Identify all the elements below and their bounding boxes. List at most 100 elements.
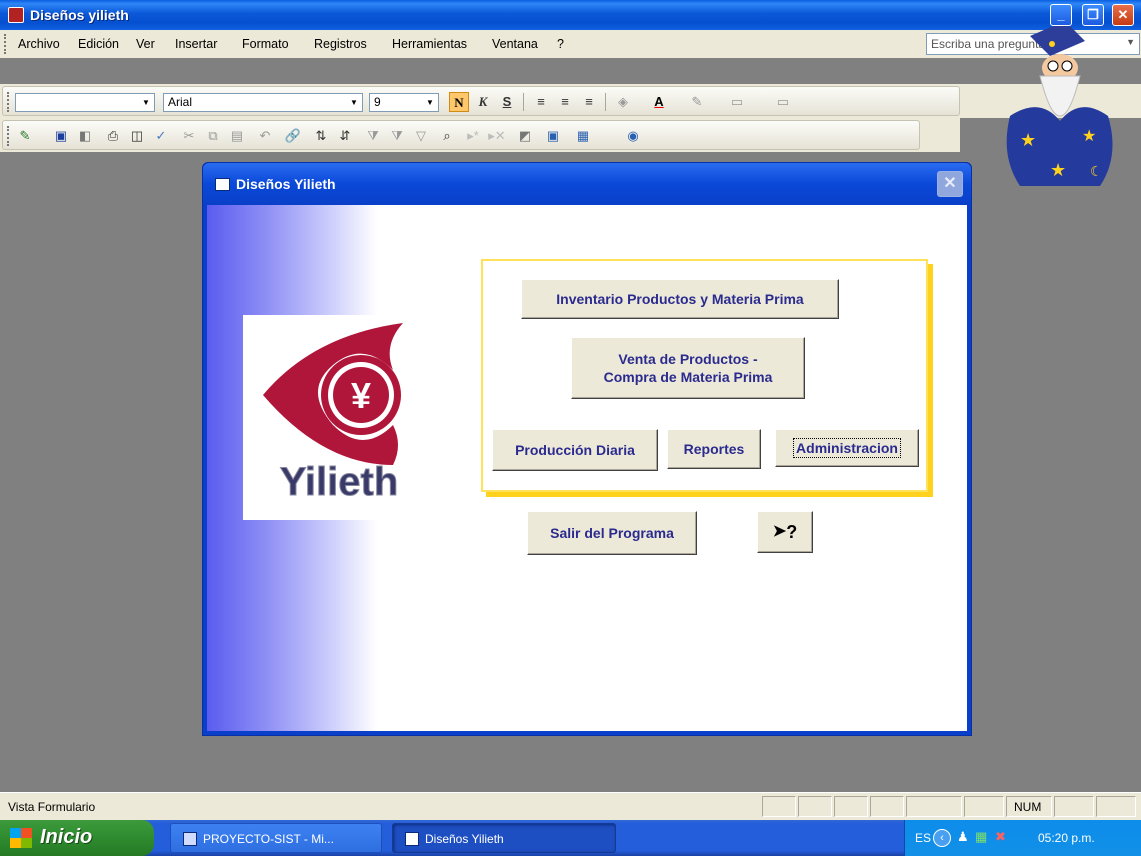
form-icon (215, 178, 230, 191)
venta-compra-button[interactable]: Venta de Productos - Compra de Materia P… (571, 337, 805, 399)
menu-edicion[interactable]: Edición (78, 37, 119, 51)
app-title: Diseños yilieth (30, 7, 129, 23)
status-bar: Vista Formulario NUM (0, 792, 1141, 820)
object-combo[interactable]: ▼ (15, 93, 155, 112)
paste-icon[interactable]: ▤ (227, 126, 247, 146)
fill-color-icon[interactable]: ◈ (613, 92, 633, 112)
inventario-button[interactable]: Inventario Productos y Materia Prima (521, 279, 839, 319)
taskbar-item-label: Diseños Yilieth (425, 832, 504, 846)
form-title: Diseños Yilieth (236, 176, 336, 192)
cut-icon[interactable]: ✂ (179, 126, 199, 146)
save-icon[interactable]: ▣ (51, 126, 71, 146)
font-name-combo[interactable]: Arial ▼ (163, 93, 363, 112)
company-logo: ¥ Yilieth (243, 315, 435, 520)
help-icon[interactable]: ◉ (623, 126, 643, 146)
svg-text:¥: ¥ (351, 375, 371, 416)
administracion-label: Administracion (793, 438, 901, 458)
start-label: Inicio (40, 826, 93, 848)
filter-by-selection-icon[interactable]: ⧩ (363, 126, 383, 146)
venta-line1: Venta de Productos - (618, 351, 758, 367)
restore-button[interactable]: ❐ (1082, 4, 1104, 26)
office-assistant-wizard-icon[interactable]: ★ ★ ★ ☾ (990, 21, 1140, 191)
svg-text:★: ★ (1082, 126, 1096, 145)
access-app-icon[interactable] (8, 7, 24, 23)
bold-button[interactable]: N (449, 92, 469, 112)
filter-by-form-icon[interactable]: ⧩ (387, 126, 407, 146)
venta-line2: Compra de Materia Prima (603, 369, 773, 385)
view-icon[interactable]: ✎ (15, 126, 35, 146)
menu-registros[interactable]: Registros (314, 37, 367, 51)
undo-icon[interactable]: ↶ (255, 126, 275, 146)
salir-button[interactable]: Salir del Programa (527, 511, 697, 555)
font-color-icon[interactable]: A (649, 92, 669, 112)
menu-ventana[interactable]: Ventana (492, 37, 538, 51)
font-size-combo[interactable]: 9 ▼ (369, 93, 439, 112)
reportes-button[interactable]: Reportes (667, 429, 761, 469)
num-lock-indicator: NUM (1014, 800, 1042, 814)
start-button[interactable]: Inicio (0, 820, 154, 856)
align-left-icon[interactable]: ≡ (531, 92, 551, 112)
menu-formato[interactable]: Formato (242, 37, 289, 51)
logo-wordmark: Yilieth (280, 460, 399, 504)
formatting-toolbar: ▼ Arial ▼ 9 ▼ N K S ≡ ≡ ≡ ◈ A ✎ ▭ ▭ (2, 86, 960, 116)
font-size-value: 9 (374, 95, 381, 109)
taskbar-item-proyecto[interactable]: PROYECTO-SIST - Mi... (170, 823, 382, 853)
font-name-value: Arial (168, 95, 193, 109)
new-object-icon[interactable]: ▦ (573, 126, 593, 146)
status-text: Vista Formulario (8, 800, 96, 814)
properties-icon[interactable]: ◩ (515, 126, 535, 146)
windows-flag-icon (10, 828, 32, 848)
taskbar: Inicio PROYECTO-SIST - Mi... Diseños Yil… (0, 820, 1141, 856)
wizard-tray-icon[interactable]: ♟ (957, 829, 969, 845)
sort-descending-icon[interactable]: ⇵ (335, 126, 355, 146)
security-alert-icon[interactable]: ✖ (995, 829, 1006, 845)
close-button[interactable]: ✕ (1112, 4, 1134, 26)
search-file-icon[interactable]: ◧ (75, 126, 95, 146)
form-window: Diseños Yilieth ✕ ¥ Yilieth Inventario P… (202, 162, 972, 736)
whats-this-help-button[interactable]: ➤? (757, 511, 813, 553)
svg-text:☾: ☾ (1090, 164, 1103, 180)
menu-herramientas[interactable]: Herramientas (392, 37, 467, 51)
network-tray-icon[interactable]: ▦ (975, 829, 987, 845)
form-body: ¥ Yilieth Inventario Productos y Materia… (207, 205, 967, 731)
svg-text:★: ★ (1050, 160, 1066, 181)
sort-ascending-icon[interactable]: ⇅ (311, 126, 331, 146)
svg-text:★: ★ (1020, 130, 1036, 151)
align-right-icon[interactable]: ≡ (579, 92, 599, 112)
form-icon (405, 832, 419, 846)
align-center-icon[interactable]: ≡ (555, 92, 575, 112)
hyperlink-icon[interactable]: 🔗 (283, 126, 303, 146)
italic-button[interactable]: K (473, 92, 493, 112)
copy-icon[interactable]: ⧉ (203, 126, 223, 146)
word-doc-icon (183, 832, 197, 846)
spelling-icon[interactable]: ✓ (151, 126, 171, 146)
print-icon[interactable]: ⎙ (103, 126, 123, 146)
minimize-button[interactable]: _ (1050, 4, 1072, 26)
database-window-icon[interactable]: ▣ (543, 126, 563, 146)
delete-record-icon[interactable]: ▸✕ (487, 126, 507, 146)
menu-help[interactable]: ? (557, 37, 564, 51)
border-width-icon[interactable]: ▭ (727, 92, 747, 112)
administracion-button[interactable]: Administracion (775, 429, 919, 467)
new-record-icon[interactable]: ▸* (463, 126, 483, 146)
clock[interactable]: 05:20 p.m. (1038, 831, 1095, 845)
find-icon[interactable]: ⌕ (437, 126, 457, 146)
menu-ver[interactable]: Ver (136, 37, 155, 51)
menu-archivo[interactable]: Archivo (18, 37, 60, 51)
special-effect-icon[interactable]: ▭ (773, 92, 793, 112)
language-indicator[interactable]: ES (915, 831, 931, 845)
underline-button[interactable]: S (497, 92, 517, 112)
produccion-button[interactable]: Producción Diaria (492, 429, 658, 471)
form-close-button[interactable]: ✕ (937, 171, 963, 197)
expand-tray-icon[interactable]: ‹ (933, 829, 951, 847)
form-title-bar: Diseños Yilieth ✕ (203, 163, 971, 205)
menu-insertar[interactable]: Insertar (175, 37, 217, 51)
taskbar-item-disenos[interactable]: Diseños Yilieth (392, 823, 616, 853)
app-title-bar: Diseños yilieth _ ❐ ✕ (0, 0, 1141, 30)
apply-filter-icon[interactable]: ▽ (411, 126, 431, 146)
print-preview-icon[interactable]: ◫ (127, 126, 147, 146)
line-color-icon[interactable]: ✎ (687, 92, 707, 112)
taskbar-item-label: PROYECTO-SIST - Mi... (203, 832, 334, 846)
menu-bar: Archivo Edición Ver Insertar Formato Reg… (0, 30, 1141, 58)
system-tray: ES ‹ ♟ ▦ ✖ 05:20 p.m. (904, 820, 1141, 856)
